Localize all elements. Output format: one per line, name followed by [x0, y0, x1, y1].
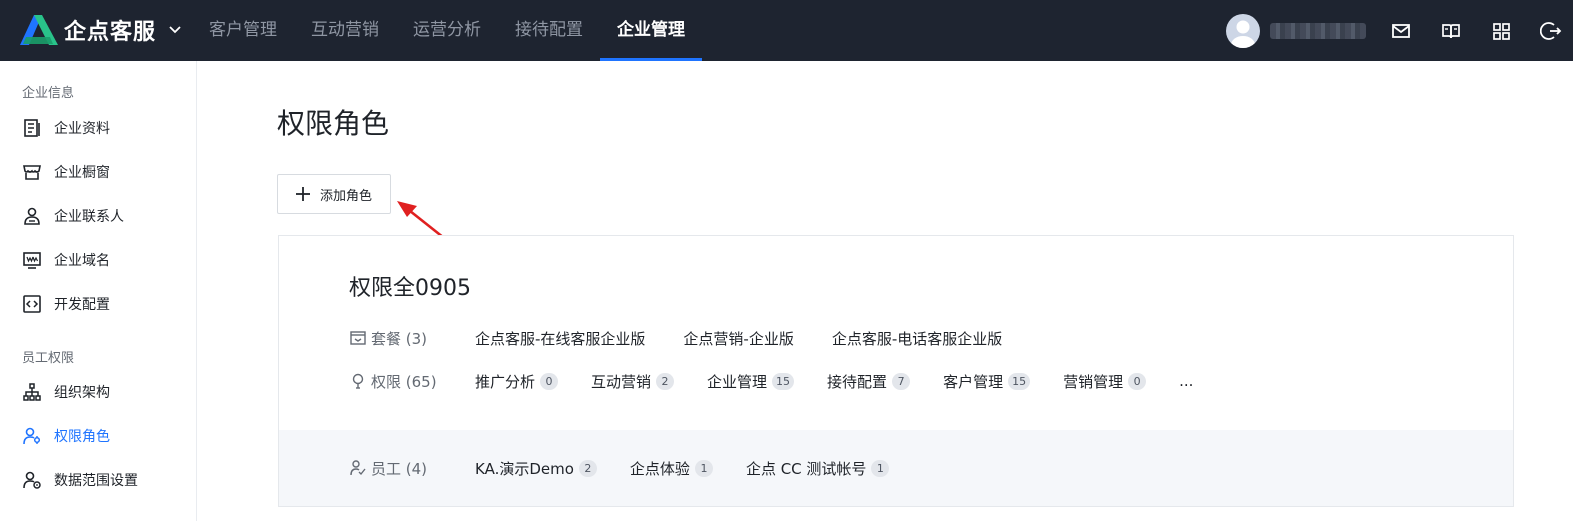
org-chart-icon: [23, 383, 41, 401]
brand[interactable]: 企点客服: [20, 14, 182, 46]
permissions-row: 权限 (65) 推广分析 0 互动营销 2 企业管理 15 接待配置 7 客户管…: [349, 369, 1226, 393]
count-badge: 0: [540, 372, 559, 390]
permission-item: 互动营销 2: [591, 371, 675, 392]
employees-row: 员工 (4) KA.演示Demo 2 企点体验 1 企点 CC 测试帐号 1: [349, 456, 922, 480]
permission-name: 客户管理: [943, 372, 1004, 391]
nav-enterprise-management[interactable]: 企业管理: [600, 0, 702, 61]
domain-icon: [23, 252, 41, 269]
sidebar-item-dev-config[interactable]: 开发配置: [22, 293, 110, 315]
count-badge: 15: [1008, 372, 1031, 390]
permissions-label-text: 权限 (65): [371, 372, 437, 391]
count-badge: 1: [694, 459, 713, 477]
sidebar-item-label: 组织架构: [54, 385, 110, 401]
document-icon: [24, 119, 40, 137]
data-scope-icon: [23, 471, 41, 489]
permission-name: 企业管理: [707, 372, 768, 391]
package-item: 企点客服-电话客服企业版: [831, 329, 1003, 348]
permission-name: 营销管理: [1063, 372, 1124, 391]
sidebar-item-label: 企业联系人: [54, 209, 124, 225]
sidebar-item-label: 权限角色: [54, 429, 110, 445]
sidebar-item-permission-roles[interactable]: 权限角色: [22, 425, 110, 447]
book-icon[interactable]: [1440, 20, 1462, 42]
count-badge: 2: [656, 372, 675, 390]
role-icon: [23, 427, 41, 445]
code-icon: [23, 295, 41, 313]
chevron-down-icon[interactable]: [168, 23, 182, 37]
sidebar-section-enterprise-info: 企业信息: [22, 86, 75, 101]
sidebar-item-label: 企业域名: [54, 253, 110, 269]
storefront-icon: [23, 165, 41, 180]
permission-item: 企业管理 15: [707, 371, 795, 392]
nav-reception-config[interactable]: 接待配置: [498, 0, 600, 61]
mail-icon[interactable]: [1390, 20, 1412, 42]
count-badge: 15: [772, 372, 795, 390]
count-badge: 0: [1128, 372, 1147, 390]
sidebar-section-staff-permissions: 员工权限: [22, 351, 75, 366]
count-badge: 7: [892, 372, 911, 390]
permission-item: 推广分析 0: [475, 371, 559, 392]
avatar-person-icon: [1231, 20, 1255, 48]
employee-name: KA.演示Demo: [475, 459, 574, 478]
packages-label-text: 套餐 (3): [371, 329, 428, 348]
add-role-button[interactable]: 添加角色: [277, 174, 391, 214]
role-card[interactable]: 权限全0905 套餐 (3) 企点客服-在线客服企业版 企点营销-企业版 企点客…: [278, 235, 1514, 507]
permissions-more[interactable]: ...: [1179, 372, 1193, 390]
employee-item: KA.演示Demo 2: [475, 458, 597, 479]
count-badge: 1: [871, 459, 890, 477]
permission-item: 营销管理 0: [1063, 371, 1147, 392]
packages-label: 套餐 (3): [349, 328, 475, 349]
sidebar-item-enterprise-contacts[interactable]: 企业联系人: [22, 205, 124, 227]
nav-customer-management[interactable]: 客户管理: [192, 0, 294, 61]
user-area[interactable]: [1226, 14, 1366, 48]
sidebar-item-enterprise-profile[interactable]: 企业资料: [22, 117, 110, 139]
sidebar-item-org-structure[interactable]: 组织架构: [22, 381, 110, 403]
permission-name: 接待配置: [827, 372, 888, 391]
main-nav: 客户管理 互动营销 运营分析 接待配置 企业管理: [192, 0, 702, 61]
package-item: 企点客服-在线客服企业版: [475, 329, 646, 348]
sidebar-item-enterprise-domain[interactable]: 企业域名: [22, 249, 110, 271]
nav-interactive-marketing[interactable]: 互动营销: [294, 0, 396, 61]
employees-label-text: 员工 (4): [371, 459, 428, 478]
employee-item: 企点体验 1: [630, 458, 713, 479]
logout-icon[interactable]: [1540, 20, 1562, 42]
permission-name: 推广分析: [475, 372, 536, 391]
avatar[interactable]: [1226, 14, 1260, 48]
brand-name: 企点客服: [64, 20, 157, 45]
add-role-button-label: 添加角色: [320, 188, 373, 204]
package-box-icon: [350, 331, 366, 345]
permission-item: 客户管理 15: [943, 371, 1031, 392]
employee-name: 企点体验: [629, 459, 690, 478]
employee-item: 企点 CC 测试帐号 1: [745, 458, 890, 479]
employee-check-icon: [350, 460, 366, 476]
sidebar: 企业信息 企业资料 企业橱窗 企业联系人 企业域名 开发配置 员工权限 组织架构…: [0, 61, 197, 521]
qidian-logo-icon: [20, 15, 58, 45]
sidebar-item-enterprise-showcase[interactable]: 企业橱窗: [22, 161, 110, 183]
page-title: 权限角色: [277, 107, 390, 140]
sidebar-item-label: 数据范围设置: [54, 473, 138, 489]
packages-row: 套餐 (3) 企点客服-在线客服企业版 企点营销-企业版 企点客服-电话客服企业…: [349, 326, 1040, 350]
employee-name: 企点 CC 测试帐号: [745, 459, 867, 478]
grid-icon[interactable]: [1490, 20, 1512, 42]
plus-icon: [296, 187, 310, 201]
nav-operations-analytics[interactable]: 运营分析: [396, 0, 498, 61]
permission-name: 互动营销: [591, 372, 652, 391]
sidebar-item-label: 企业橱窗: [54, 165, 110, 181]
contact-icon: [24, 207, 40, 225]
sidebar-item-label: 企业资料: [54, 121, 110, 137]
role-name: 权限全0905: [349, 276, 471, 301]
top-navigation-bar: 企点客服 客户管理 互动营销 运营分析 接待配置 企业管理: [0, 0, 1573, 61]
count-badge: 2: [578, 459, 597, 477]
permission-item: 接待配置 7: [827, 371, 911, 392]
permissions-label: 权限 (65): [349, 371, 475, 392]
top-actions: [1390, 20, 1573, 42]
employees-label: 员工 (4): [349, 458, 475, 479]
lightbulb-icon: [352, 373, 364, 389]
package-item: 企点营销-企业版: [683, 329, 794, 348]
sidebar-item-data-scope[interactable]: 数据范围设置: [22, 469, 138, 491]
sidebar-item-label: 开发配置: [54, 297, 110, 313]
username-blurred: [1270, 23, 1366, 39]
